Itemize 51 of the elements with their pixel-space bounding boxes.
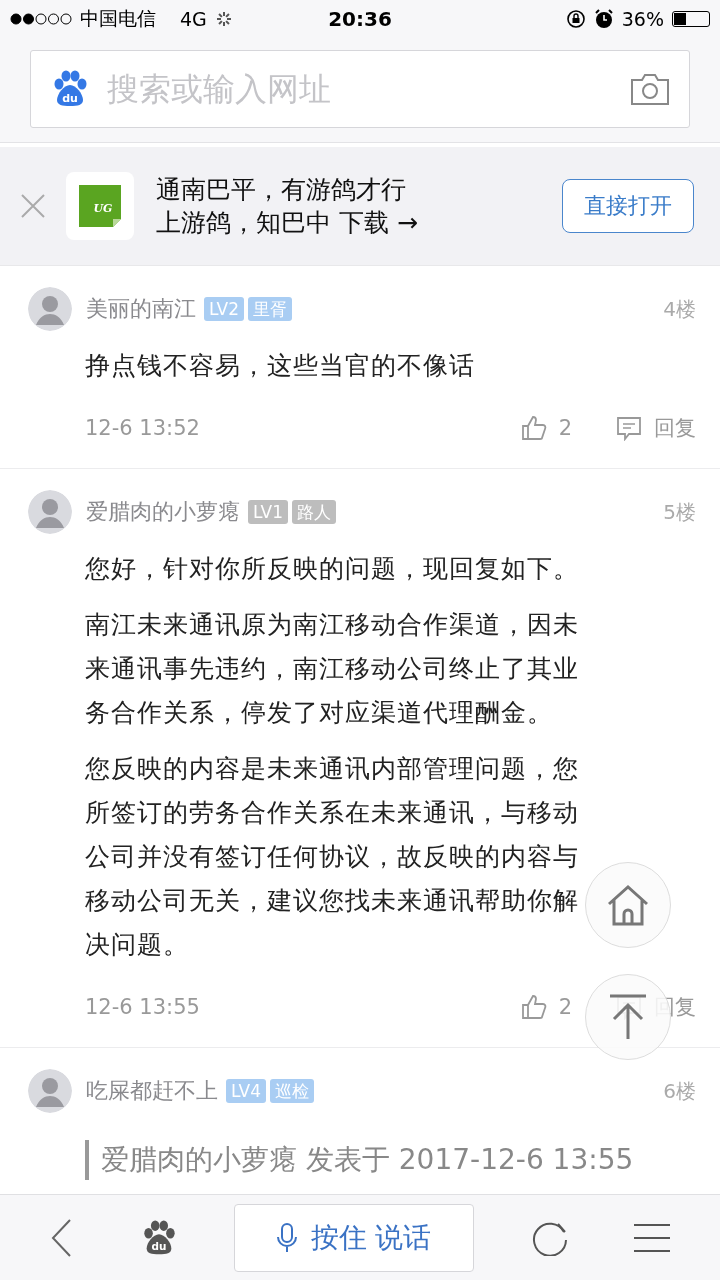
like-count[interactable]: 2 — [558, 416, 572, 440]
title-badge: 路人 — [292, 500, 337, 524]
battery-percent: 36% — [621, 8, 664, 30]
quote-header: 爱腊肉的小萝瘪 发表于 2017-12-6 13:55 — [101, 1142, 634, 1178]
microphone-icon — [276, 1222, 297, 1253]
comment-text: 南江未来通讯原为南江移动合作渠道，因未来通讯事先违约，南江移动公司终止了其业务合作关系，停发了对应渠道代理酬金。 — [85, 609, 580, 729]
battery-icon — [672, 11, 710, 27]
open-app-button[interactable]: 直接打开 — [562, 179, 694, 233]
title-badge: 里胥 — [248, 297, 293, 321]
thumbs-up-icon[interactable] — [520, 415, 547, 441]
reply-link[interactable]: 回复 — [654, 414, 696, 442]
level-badge: LV1 — [248, 500, 289, 524]
thumbs-up-icon[interactable] — [520, 994, 547, 1020]
username[interactable]: 爱腊肉的小萝瘪 — [86, 497, 240, 527]
floor-number: 6楼 — [663, 1077, 696, 1105]
avatar[interactable] — [28, 287, 72, 331]
network-type: 4G — [180, 8, 207, 30]
close-icon[interactable] — [20, 193, 46, 219]
comment-icon[interactable] — [616, 415, 642, 441]
username[interactable]: 吃屎都赶不上 — [86, 1076, 218, 1106]
back-icon[interactable] — [50, 1217, 74, 1258]
app-logo: UG — [66, 172, 134, 240]
menu-icon[interactable] — [634, 1222, 670, 1253]
loading-icon — [214, 10, 233, 28]
home-icon — [606, 884, 650, 926]
promo-text: 上游鸽，知巴中 下载 → — [156, 207, 419, 239]
post-time: 12-6 13:55 — [85, 995, 201, 1019]
arrow-up-icon — [608, 993, 648, 1041]
voice-input-button[interactable]: 按住 说话 — [234, 1203, 474, 1272]
avatar[interactable] — [28, 490, 72, 534]
carrier-name: 中国电信 — [80, 6, 156, 31]
avatar[interactable] — [28, 1069, 72, 1113]
level-badge: LV2 — [204, 297, 245, 321]
floor-number: 5楼 — [663, 498, 696, 526]
baidu-logo: du — [50, 69, 90, 109]
signal-icon — [10, 13, 72, 25]
floor-number: 4楼 — [663, 295, 696, 323]
comment-text: 您反映的内容是未来通讯内部管理问题，您所签订的劳务合作关系在未来通讯，与移动公司并没有签订任何协议，故反映的内容与移动公司无关，建议您找未来通讯帮助你解决问题。 — [85, 753, 580, 961]
rotation-lock-icon — [565, 9, 586, 29]
promo-text: 通南巴平，有游鸽才行 — [156, 174, 407, 206]
comment-text: 挣点钱不容易，这些当官的不像话 — [85, 350, 476, 382]
like-count[interactable]: 2 — [558, 995, 572, 1019]
post-time: 12-6 13:52 — [85, 416, 201, 440]
clock-time: 20:36 — [328, 7, 392, 31]
alarm-icon — [593, 9, 614, 29]
title-badge: 巡检 — [270, 1079, 315, 1103]
username[interactable]: 美丽的南江 — [86, 294, 196, 324]
camera-icon[interactable] — [630, 72, 670, 106]
level-badge: LV4 — [226, 1079, 267, 1103]
comment-text: 您好，针对你所反映的问题，现回复如下。 — [85, 553, 580, 585]
reply-link[interactable]: 回复 — [654, 993, 696, 1021]
